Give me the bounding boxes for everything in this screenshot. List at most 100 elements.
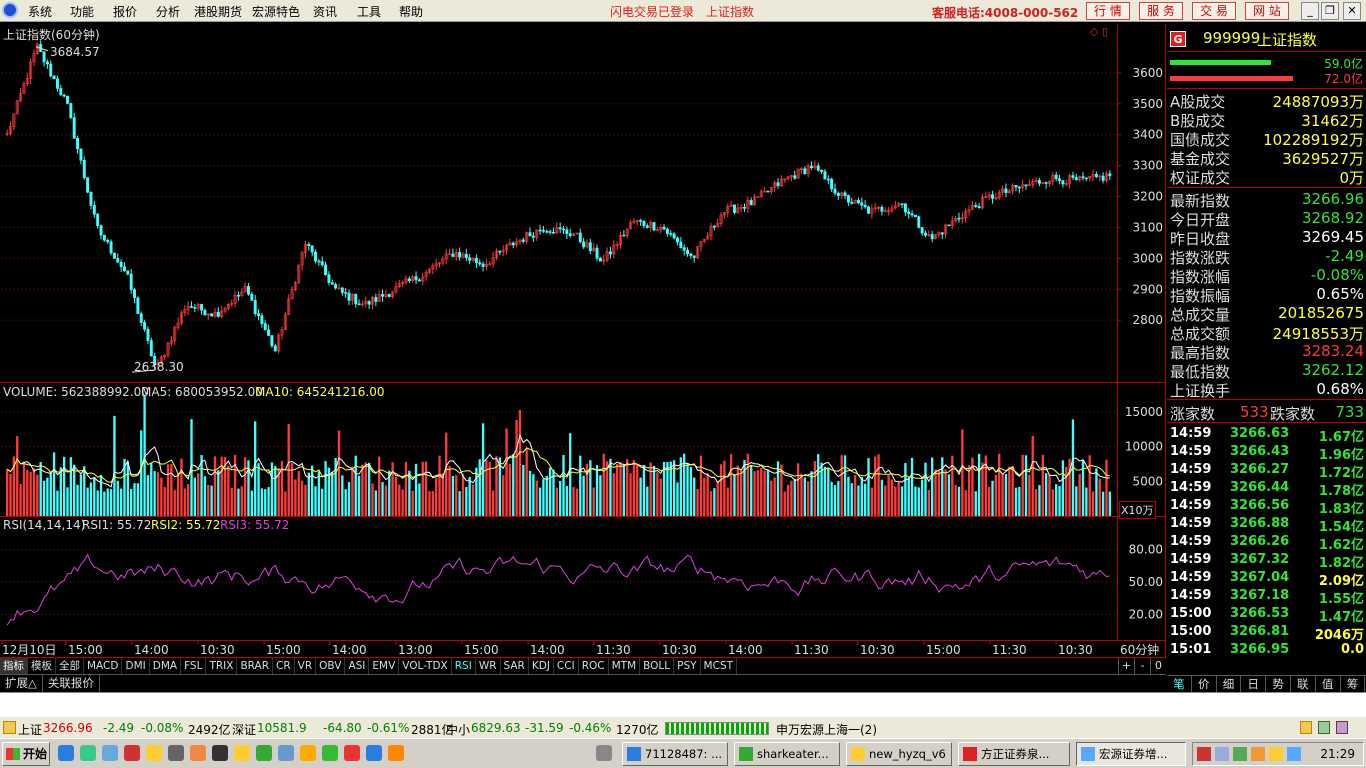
- tab-related-quote[interactable]: 关联报价: [43, 675, 100, 692]
- flash-trade-status[interactable]: 闪电交易已登录: [610, 3, 694, 20]
- tray-icon-4[interactable]: [1251, 747, 1265, 761]
- indicator-tab-emv[interactable]: EMV: [369, 658, 400, 674]
- tick-row[interactable]: 14:59 3266.43 1.96亿: [1170, 444, 1364, 463]
- indicator-tab-kdj[interactable]: KDJ: [529, 658, 554, 674]
- indicator-tab-asi[interactable]: ASI: [345, 658, 370, 674]
- indicator-tab-roc[interactable]: ROC: [579, 658, 609, 674]
- chart-canvas[interactable]: 3600 3500 3400 3300 3200 3100 3000 2900 2800 1500…: [0, 24, 1166, 659]
- status-icon[interactable]: [3, 721, 16, 734]
- stock-badge[interactable]: G: [1170, 31, 1186, 47]
- menu-quote[interactable]: 报价: [113, 3, 137, 20]
- tray-icon-2[interactable]: [1215, 747, 1229, 761]
- period-label[interactable]: 60分钟: [1120, 641, 1159, 658]
- app-icon-4[interactable]: [256, 745, 272, 761]
- quote-tab-2[interactable]: 细: [1217, 676, 1242, 692]
- close-button[interactable]: ✕: [1343, 2, 1361, 20]
- volume-icon[interactable]: [1287, 747, 1301, 761]
- zoom-reset-button[interactable]: 0: [1150, 658, 1166, 674]
- zoom-out-button[interactable]: -: [1134, 658, 1150, 674]
- task-5-active[interactable]: 宏源证券增...: [1076, 742, 1186, 766]
- app-logo-icon[interactable]: [2, 2, 18, 18]
- app-icon-10[interactable]: [388, 745, 404, 761]
- app-icon-3[interactable]: [234, 745, 250, 761]
- indicator-tab-2[interactable]: 全部: [56, 658, 84, 674]
- tick-row[interactable]: 14:59 3266.56 1.83亿: [1170, 498, 1364, 517]
- app-icon-5[interactable]: [278, 745, 294, 761]
- menu-help[interactable]: 帮助: [399, 3, 423, 20]
- tick-row[interactable]: 14:59 3266.88 1.54亿: [1170, 516, 1364, 535]
- tick-row[interactable]: 15:01 3266.95 0.0: [1170, 642, 1364, 660]
- task-3[interactable]: new_hyzq_v6: [846, 742, 952, 766]
- menu-news[interactable]: 资讯: [313, 3, 337, 20]
- keyboard-icon[interactable]: [596, 745, 612, 761]
- menu-hongyuan[interactable]: 宏源特色: [252, 3, 300, 20]
- quote-tab-7[interactable]: 筹: [1341, 676, 1366, 692]
- server-name[interactable]: 申万宏源上海一(2): [776, 721, 877, 738]
- menu-hk-futures[interactable]: 港股期货: [194, 3, 242, 20]
- indicator-tab-trix[interactable]: TRIX: [206, 658, 238, 674]
- indicator-tab-cr[interactable]: CR: [273, 658, 295, 674]
- trade-button[interactable]: 交 易: [1192, 2, 1236, 20]
- indicator-tab-1[interactable]: 模板: [28, 658, 56, 674]
- app-icon-2[interactable]: [190, 745, 206, 761]
- indicator-tab-macd[interactable]: MACD: [84, 658, 123, 674]
- browser-icon[interactable]: [80, 745, 96, 761]
- tick-row[interactable]: 14:59 3267.18 1.55亿: [1170, 588, 1364, 607]
- indicator-tab-psy[interactable]: PSY: [674, 658, 701, 674]
- quote-tab-0[interactable]: 笔: [1167, 676, 1192, 692]
- indicator-tab-brar[interactable]: BRAR: [237, 658, 273, 674]
- indicator-tab-dmi[interactable]: DMI: [122, 658, 150, 674]
- task-1[interactable]: 71128487: ...: [622, 742, 728, 766]
- tray-icon-3[interactable]: [1233, 747, 1247, 761]
- service-button[interactable]: 服 务: [1139, 2, 1183, 20]
- indicator-tab-cci[interactable]: CCI: [554, 658, 579, 674]
- clock[interactable]: 21:29: [1320, 747, 1355, 761]
- app-icon-9[interactable]: [366, 745, 382, 761]
- restore-button[interactable]: ❐: [1321, 2, 1339, 20]
- indicator-tab-voltdx[interactable]: VOL-TDX: [399, 658, 452, 674]
- indicator-tab-fsl[interactable]: FSL: [181, 658, 207, 674]
- chart-area[interactable]: 3600 3500 3400 3300 3200 3100 3000 2900 2800 1500…: [0, 24, 1166, 659]
- indicator-tab-rsi[interactable]: RSI: [452, 658, 476, 674]
- tick-row[interactable]: 15:00 3266.81 2046万: [1170, 624, 1364, 643]
- zoom-in-button[interactable]: +: [1118, 658, 1134, 674]
- tick-row[interactable]: 14:59 3267.32 1.82亿: [1170, 552, 1364, 571]
- task-4[interactable]: 方正证券泉...: [958, 742, 1070, 766]
- indicator-tab-dma[interactable]: DMA: [150, 658, 182, 674]
- menu-system[interactable]: 系统: [28, 3, 52, 20]
- market-button[interactable]: 行 情: [1086, 2, 1130, 20]
- explorer-icon[interactable]: [102, 745, 118, 761]
- smiley-icon[interactable]: [146, 745, 162, 761]
- app-icon-1[interactable]: [124, 745, 140, 761]
- indicator-tab-wr[interactable]: WR: [476, 658, 501, 674]
- tick-row[interactable]: 15:00 3266.53 1.47亿: [1170, 606, 1364, 625]
- indicator-tab-boll[interactable]: BOLL: [640, 658, 675, 674]
- quote-tab-5[interactable]: 联: [1291, 676, 1316, 692]
- signal-icon[interactable]: [1318, 721, 1330, 734]
- quote-tab-4[interactable]: 势: [1266, 676, 1291, 692]
- tick-row[interactable]: 14:59 3266.63 1.67亿: [1170, 426, 1364, 445]
- task-2[interactable]: sharkeater...: [734, 742, 840, 766]
- indicator-tab-sar[interactable]: SAR: [501, 658, 529, 674]
- tick-row[interactable]: 14:59 3267.04 2.09亿: [1170, 570, 1364, 589]
- app-icon-6[interactable]: [300, 745, 316, 761]
- chart-corner-icons[interactable]: ◇ ▯: [1090, 25, 1108, 38]
- alert-icon[interactable]: [1300, 721, 1312, 734]
- tab-extend[interactable]: 扩展△: [0, 675, 43, 692]
- website-button[interactable]: 网 站: [1245, 2, 1289, 20]
- indicator-tab-0[interactable]: 指标: [0, 658, 28, 674]
- tick-row[interactable]: 14:59 3266.26 1.62亿: [1170, 534, 1364, 553]
- media-icon[interactable]: [168, 745, 184, 761]
- indicator-tab-mcst[interactable]: MCST: [701, 658, 738, 674]
- settings-icon[interactable]: [1336, 721, 1348, 734]
- menu-function[interactable]: 功能: [70, 3, 94, 20]
- quote-tab-6[interactable]: 值: [1316, 676, 1341, 692]
- ie-icon[interactable]: [58, 745, 74, 761]
- quote-tab-3[interactable]: 日: [1241, 676, 1267, 692]
- quote-tab-1[interactable]: 价: [1192, 676, 1217, 692]
- menu-analysis[interactable]: 分析: [156, 3, 180, 20]
- menu-tools[interactable]: 工具: [357, 3, 381, 20]
- tick-row[interactable]: 14:59 3266.27 1.72亿: [1170, 462, 1364, 481]
- minimize-button[interactable]: _: [1301, 2, 1319, 20]
- indicator-tab-obv[interactable]: OBV: [316, 658, 346, 674]
